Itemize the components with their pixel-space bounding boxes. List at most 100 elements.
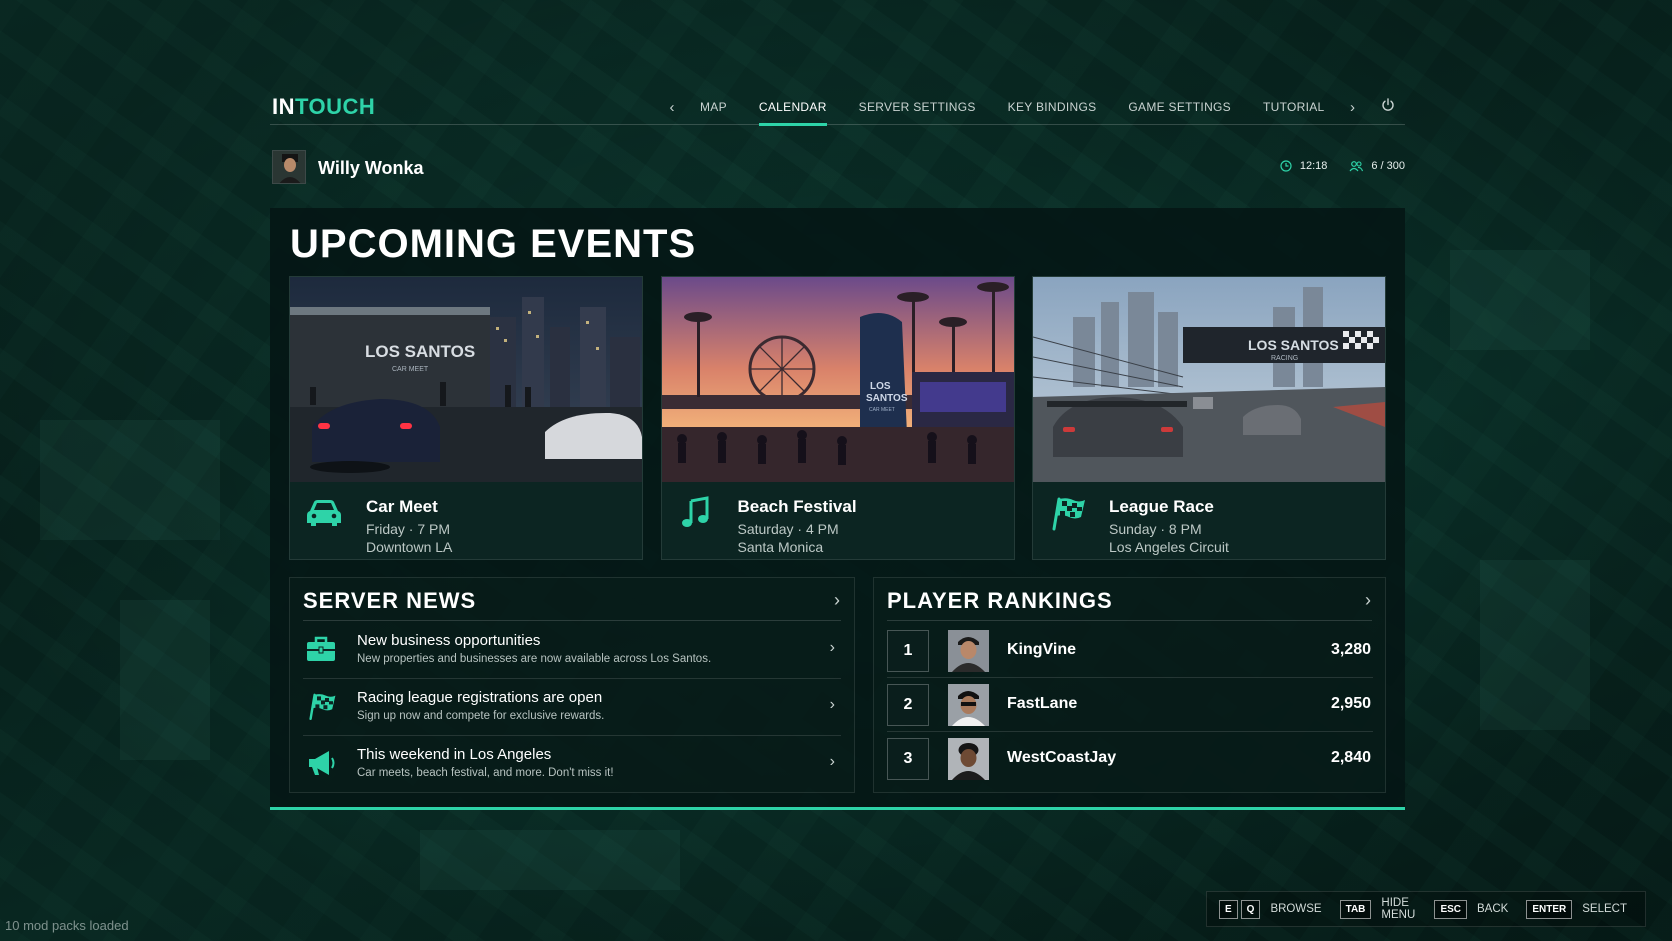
player-name: FastLane <box>1007 695 1078 712</box>
server-time: 12:18 <box>1299 160 1328 172</box>
event-image-league-race: LOS SANTOS RACING <box>1033 277 1385 482</box>
logo-part-in: IN <box>272 94 295 119</box>
player-score: 3,280 <box>1330 641 1371 658</box>
status-text: 10 mod packs loaded <box>5 918 129 933</box>
hint-hide-menu[interactable]: HIDE MENU <box>1381 897 1416 921</box>
event-card-car-meet[interactable]: LOS SANTOS CAR MEET Car Meet Friday · 7 … <box>289 276 643 560</box>
chevron-right-icon: › <box>829 696 835 713</box>
divider <box>303 620 841 621</box>
server-stats: 12:18 6 / 300 <box>1280 160 1405 172</box>
megaphone-icon <box>309 751 335 775</box>
event-location: Downtown LA <box>366 539 453 555</box>
news-subtitle: Car meets, beach festival, and more. Don… <box>357 767 614 779</box>
checkered-flag-icon <box>1052 497 1085 531</box>
news-title: This weekend in Los Angeles <box>357 746 552 763</box>
key-hints-bar: E Q BROWSE TAB HIDE MENU ESC BACK ENTER … <box>1206 891 1646 927</box>
server-news-section: SERVER NEWS › New business opportunities… <box>289 577 855 793</box>
avatar[interactable] <box>272 150 306 184</box>
news-subtitle: New properties and businesses are now av… <box>357 653 712 665</box>
player-name: KingVine <box>1007 641 1077 658</box>
chevron-right-icon: › <box>829 639 835 656</box>
player-avatar-icon <box>948 684 989 726</box>
app-logo: INTOUCH <box>272 94 375 120</box>
event-image-car-meet: LOS SANTOS CAR MEET <box>290 277 642 482</box>
player-name: WestCoastJay <box>1007 749 1117 766</box>
event-card-beach-festival[interactable]: LOS SANTOS CAR MEET Beach Festival Satur… <box>660 276 1015 560</box>
events-row: LOS SANTOS CAR MEET Car Meet Friday · 7 … <box>289 276 1386 560</box>
hint-browse[interactable]: BROWSE <box>1270 903 1321 915</box>
player-rankings-title: PLAYER RANKINGS <box>887 588 1113 613</box>
rank-number: 3 <box>887 738 929 780</box>
checkered-flag-icon <box>309 693 336 721</box>
news-item[interactable]: Racing league registrations are open Sig… <box>303 679 841 736</box>
top-navigation-bar: INTOUCH ‹ MAP CALENDAR SERVER SETTINGS K… <box>270 90 1405 126</box>
news-item[interactable]: New business opportunities New propertie… <box>303 622 841 679</box>
player-name: Willy Wonka <box>318 158 424 178</box>
logo-part-touch: TOUCH <box>295 94 376 119</box>
chevron-right-icon: › <box>829 753 835 770</box>
hint-select[interactable]: SELECT <box>1582 903 1627 915</box>
nav-next-chevron-icon[interactable]: › <box>1341 99 1365 116</box>
event-image-beach-festival: LOS SANTOS CAR MEET <box>661 277 1014 482</box>
key-esc: ESC <box>1434 899 1468 919</box>
nav-prev-chevron-icon[interactable]: ‹ <box>660 99 684 116</box>
news-subtitle: Sign up now and compete for exclusive re… <box>357 710 605 722</box>
ranking-row[interactable]: 1 KingVine 3,280 <box>887 624 1373 678</box>
player-avatar-icon <box>948 738 989 780</box>
background-city <box>120 600 210 760</box>
nav-tabs: ‹ MAP CALENDAR SERVER SETTINGS KEY BINDI… <box>660 90 1365 126</box>
briefcase-icon <box>307 636 335 661</box>
key-tab: TAB <box>1339 899 1372 919</box>
event-name: League Race <box>1109 497 1214 516</box>
background-city <box>1450 250 1590 350</box>
player-rankings-chevron-icon[interactable]: › <box>1365 590 1371 611</box>
event-day-time: Friday · 7 PM <box>366 521 451 537</box>
banner-car-meet: CAR MEET <box>869 407 895 413</box>
rank-number: 1 <box>887 630 929 672</box>
players-icon <box>1349 161 1364 172</box>
clock-icon <box>1280 160 1292 172</box>
profile-bar: Willy Wonka 12:18 6 / 300 <box>270 150 1405 186</box>
event-day-time: Saturday · 4 PM <box>737 521 839 537</box>
background-city <box>1480 560 1590 730</box>
banner-los: LOS <box>870 381 891 392</box>
background-city <box>420 830 680 890</box>
tab-map[interactable]: MAP <box>700 90 727 125</box>
event-location: Los Angeles Circuit <box>1109 539 1229 555</box>
power-icon[interactable] <box>1381 98 1395 112</box>
event-name: Beach Festival <box>737 497 857 516</box>
event-name: Car Meet <box>366 497 438 516</box>
key-e: E <box>1219 899 1238 919</box>
event-card-league-race[interactable]: LOS SANTOS RACING League Race Sunday · 8… <box>1032 276 1386 560</box>
tab-tutorial[interactable]: TUTORIAL <box>1263 90 1325 125</box>
event-location: Santa Monica <box>737 539 824 555</box>
news-title: Racing league registrations are open <box>357 689 603 706</box>
server-news-chevron-icon[interactable]: › <box>834 590 840 611</box>
tab-server-settings[interactable]: SERVER SETTINGS <box>859 90 976 125</box>
music-note-icon <box>681 496 708 527</box>
sign-car-meet: CAR MEET <box>392 366 429 373</box>
ranking-row[interactable]: 2 FastLane 2,950 <box>887 678 1373 732</box>
rank-number: 2 <box>887 684 929 726</box>
page-title: UPCOMING EVENTS <box>290 222 697 266</box>
news-item[interactable]: This weekend in Los Angeles Car meets, b… <box>303 736 841 793</box>
avatar <box>948 738 989 780</box>
news-title: New business opportunities <box>357 632 541 649</box>
banner-santos: SANTOS <box>866 393 908 404</box>
hint-back[interactable]: BACK <box>1477 903 1508 915</box>
tab-game-settings[interactable]: GAME SETTINGS <box>1128 90 1231 125</box>
key-q: Q <box>1240 899 1261 919</box>
tab-key-bindings[interactable]: KEY BINDINGS <box>1008 90 1097 125</box>
avatar-portrait-icon <box>273 151 305 183</box>
background-city <box>40 420 220 540</box>
calendar-panel: UPCOMING EVENTS LOS SANTOS CAR MEET Car … <box>270 208 1405 810</box>
ranking-row[interactable]: 3 WestCoastJay 2,840 <box>887 732 1373 786</box>
divider <box>887 620 1372 621</box>
player-score: 2,840 <box>1330 749 1371 766</box>
player-rankings-section: PLAYER RANKINGS › 1 KingVine 3,280 2 Fas… <box>873 577 1386 793</box>
avatar <box>948 630 989 672</box>
car-icon <box>307 500 341 526</box>
server-news-title: SERVER NEWS <box>303 588 477 613</box>
key-enter: ENTER <box>1526 899 1573 919</box>
tab-calendar[interactable]: CALENDAR <box>758 90 827 126</box>
